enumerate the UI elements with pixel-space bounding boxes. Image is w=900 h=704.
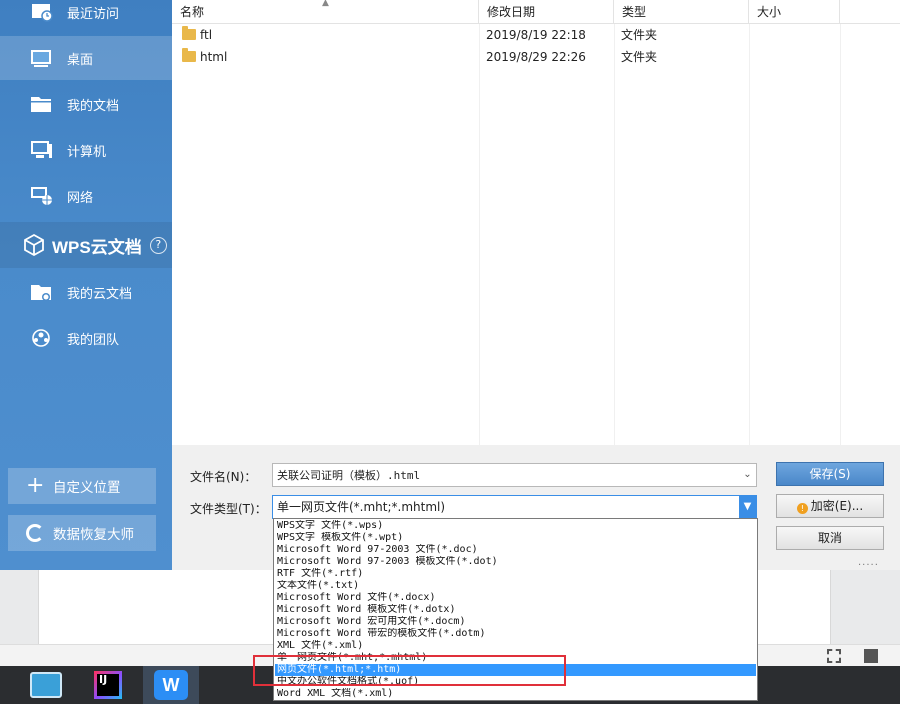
filetype-dropdown-list: WPS文字 文件(*.wps) WPS文字 模板文件(*.wpt) Microsof… xyxy=(273,518,758,701)
data-recovery-label: 数据恢复大师 xyxy=(53,527,134,543)
save-button[interactable]: 保存(S) xyxy=(776,462,884,486)
data-recovery-button[interactable]: 数据恢复大师 xyxy=(8,515,156,551)
recovery-icon xyxy=(26,524,44,542)
column-header-size[interactable]: 大小 xyxy=(749,0,840,24)
file-list: 名称 ▲ 修改日期 类型 大小 ftl 2019/8/19 22:18 文件夹 … xyxy=(172,0,900,445)
dropdown-option[interactable]: Microsoft Word 97-2003 文件(*.doc) xyxy=(275,544,756,556)
column-header-label: 修改日期 xyxy=(487,5,536,19)
column-header-modified[interactable]: 修改日期 xyxy=(479,0,614,24)
sidebar-item-label: 桌面 xyxy=(67,52,94,68)
dropdown-option[interactable]: 中文办公软件文档格式(*.uof) xyxy=(275,676,756,688)
column-header-name[interactable]: 名称 ▲ xyxy=(172,0,479,24)
sidebar-item-label: 最近访问 xyxy=(67,6,120,22)
file-name: ftl xyxy=(200,28,213,42)
sidebar-item-label: 我的团队 xyxy=(67,332,120,348)
chevron-down-icon[interactable]: ▼ xyxy=(739,496,756,518)
cancel-button[interactable]: 取消 xyxy=(776,526,884,550)
filename-label: 文件名(N)： xyxy=(190,470,257,484)
filetype-label: 文件类型(T)： xyxy=(190,502,267,516)
shield-icon: ! xyxy=(796,503,808,514)
save-dialog: 最近访问 桌面 我的文档 计算机 网络 WPS云文档 ? 我的云文档 我的团队 … xyxy=(0,0,900,704)
filetype-select[interactable]: 单一网页文件(*.mht;*.mhtml) ▼ xyxy=(272,495,757,519)
sidebar-item-label: 网络 xyxy=(67,190,94,206)
folder-icon xyxy=(182,48,196,62)
dropdown-option[interactable]: 文本文件(*.txt) xyxy=(275,580,756,592)
column-header-blank xyxy=(840,0,900,24)
table-row[interactable]: html 2019/8/29 22:26 文件夹 xyxy=(172,46,900,68)
filename-field[interactable]: 关联公司证明（模板）.html ⌄ xyxy=(272,463,757,487)
sidebar-item-my-team[interactable]: 我的团队 xyxy=(0,316,172,360)
folder-icon xyxy=(30,94,54,114)
column-divider xyxy=(840,24,841,445)
page-view-icon[interactable] xyxy=(864,649,878,663)
sidebar-item-label: 计算机 xyxy=(67,144,107,160)
column-divider xyxy=(749,24,750,445)
table-row[interactable]: ftl 2019/8/19 22:18 文件夹 xyxy=(172,24,900,46)
custom-location-button[interactable]: + 自定义位置 xyxy=(8,468,156,504)
window-app-icon xyxy=(30,672,62,698)
column-divider xyxy=(479,24,480,445)
dropdown-option[interactable]: 单一网页文件(*.mht;*.mhtml) xyxy=(275,652,756,664)
taskbar-app-intellij[interactable]: IJ xyxy=(80,666,136,704)
file-modified: 2019/8/19 22:18 xyxy=(486,28,586,42)
dropdown-option[interactable]: Word XML 文档(*.xml) xyxy=(275,688,756,700)
taskbar-app-desktop[interactable] xyxy=(18,666,74,704)
encrypt-button[interactable]: ! 加密(E)... xyxy=(776,494,884,518)
intellij-icon: IJ xyxy=(94,671,122,699)
dropdown-option[interactable]: WPS文字 文件(*.wps) xyxy=(275,520,756,532)
cancel-label: 取消 xyxy=(817,531,842,545)
folder-icon xyxy=(182,26,196,40)
taskbar-app-wps[interactable]: W xyxy=(143,666,199,704)
wps-icon: W xyxy=(154,670,188,700)
sidebar-item-desktop[interactable]: 桌面 xyxy=(0,36,172,80)
dropdown-option[interactable]: XML 文件(*.xml) xyxy=(275,640,756,652)
help-icon[interactable]: ? xyxy=(149,236,167,254)
sidebar-item-my-documents[interactable]: 我的文档 xyxy=(0,82,172,126)
computer-icon xyxy=(30,140,54,160)
column-header-type[interactable]: 类型 xyxy=(614,0,749,24)
sidebar-item-my-cloud-docs[interactable]: 我的云文档 xyxy=(0,270,172,314)
dropdown-option[interactable]: 网页文件(*.html;*.htm) xyxy=(275,664,756,676)
chevron-down-icon[interactable]: ⌄ xyxy=(739,464,756,486)
team-icon xyxy=(30,328,54,348)
sidebar-item-computer[interactable]: 计算机 xyxy=(0,128,172,172)
file-modified: 2019/8/29 22:26 xyxy=(486,50,586,64)
sidebar-item-label: 我的文档 xyxy=(67,98,120,114)
column-divider xyxy=(614,24,615,445)
dropdown-option[interactable]: Microsoft Word 文件(*.docx) xyxy=(275,592,756,604)
sidebar-item-recent[interactable]: 最近访问 xyxy=(0,0,172,34)
plus-icon: + xyxy=(26,473,45,498)
recent-icon xyxy=(30,2,54,22)
wps-cloud-header: WPS云文档 ? xyxy=(0,222,172,268)
cube-icon xyxy=(22,233,46,257)
column-header-label: 类型 xyxy=(622,5,647,19)
cloud-doc-icon xyxy=(30,282,54,302)
sidebar-item-label: 我的云文档 xyxy=(67,286,133,302)
dropdown-option[interactable]: WPS文字 模板文件(*.wpt) xyxy=(275,532,756,544)
intellij-label: IJ xyxy=(97,674,119,696)
sort-arrow-icon: ▲ xyxy=(322,0,329,8)
filetype-value: 单一网页文件(*.mht;*.mhtml) xyxy=(277,500,446,514)
save-label: 保存(S) xyxy=(809,467,851,481)
resize-grip[interactable]: ····· xyxy=(858,560,879,571)
sidebar-item-network[interactable]: 网络 xyxy=(0,174,172,218)
dropdown-option[interactable]: Microsoft Word 带宏的模板文件(*.dotm) xyxy=(275,628,756,640)
file-type: 文件夹 xyxy=(621,28,658,42)
column-header-label: 名称 xyxy=(180,5,205,19)
file-type: 文件夹 xyxy=(621,50,658,64)
desktop-icon xyxy=(30,48,54,68)
dropdown-option[interactable]: Microsoft Word 模板文件(*.dotx) xyxy=(275,604,756,616)
dropdown-option[interactable]: Microsoft Word 97-2003 模板文件(*.dot) xyxy=(275,556,756,568)
encrypt-label: 加密(E)... xyxy=(810,499,864,513)
column-header-label: 大小 xyxy=(757,5,782,19)
fullscreen-icon[interactable] xyxy=(827,649,841,663)
network-icon xyxy=(30,186,54,206)
sidebar: 最近访问 桌面 我的文档 计算机 网络 WPS云文档 ? 我的云文档 我的团队 … xyxy=(0,0,172,570)
wps-cloud-title: WPS云文档 xyxy=(52,237,142,257)
filename-value: 关联公司证明（模板）.html xyxy=(277,469,421,482)
dropdown-option[interactable]: RTF 文件(*.rtf) xyxy=(275,568,756,580)
custom-location-label: 自定义位置 xyxy=(53,480,121,496)
file-name: html xyxy=(200,50,228,64)
dropdown-option[interactable]: Microsoft Word 宏可用文件(*.docm) xyxy=(275,616,756,628)
